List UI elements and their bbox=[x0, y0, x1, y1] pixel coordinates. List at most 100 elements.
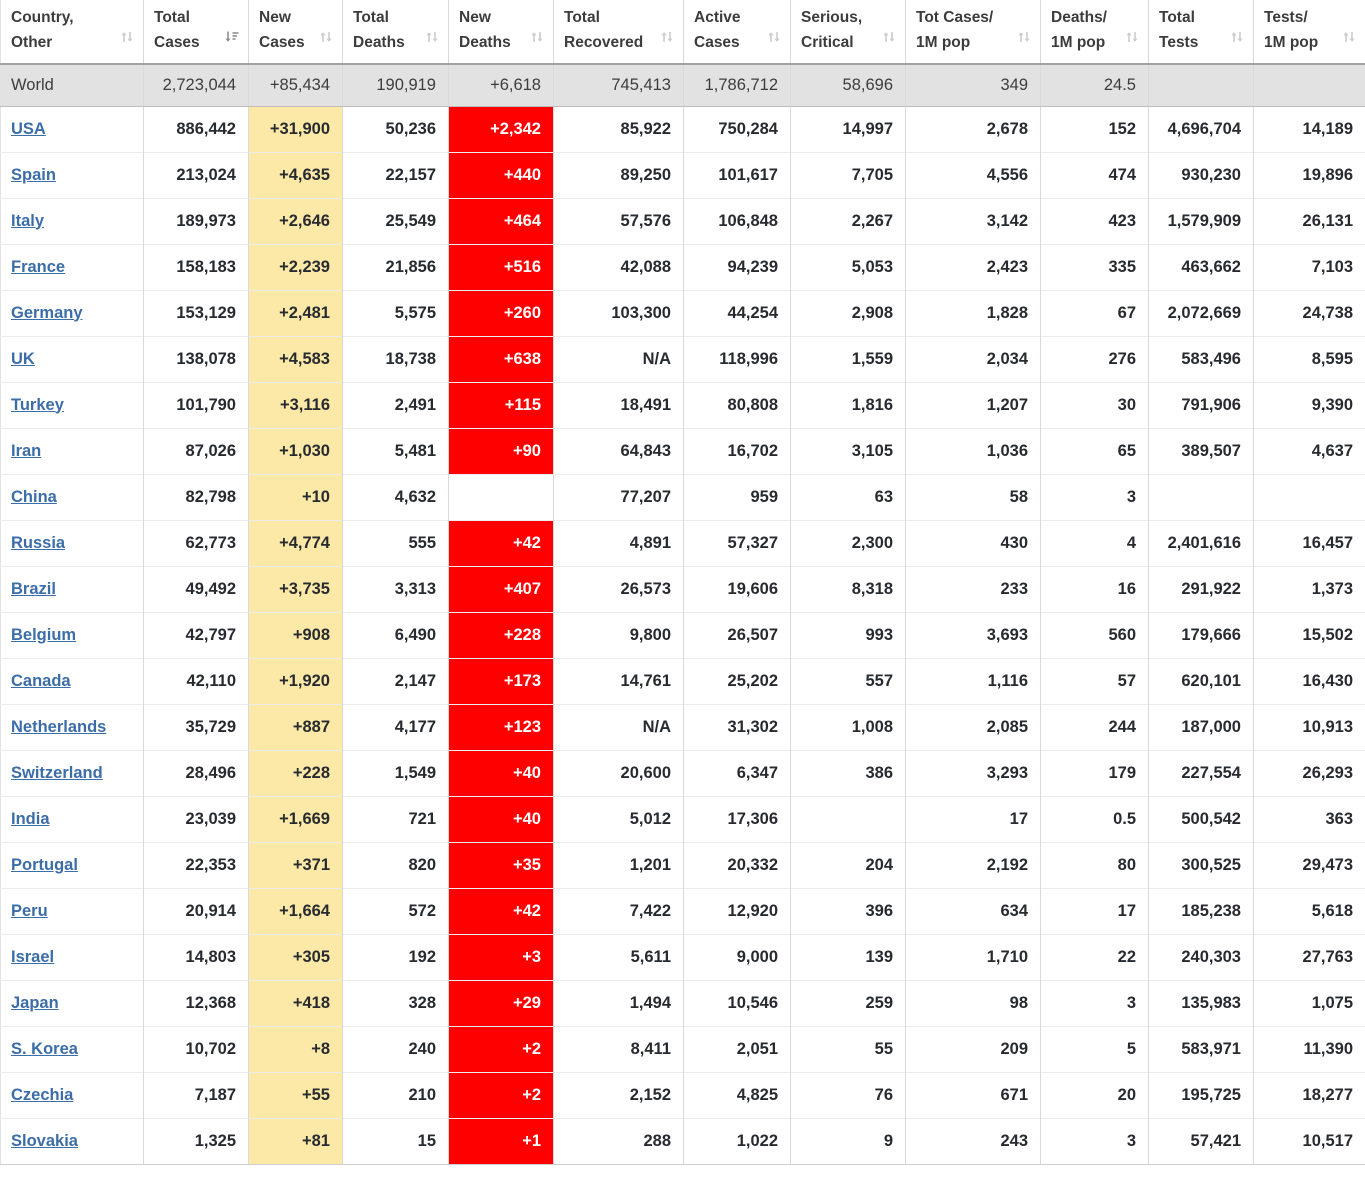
column-header-cases_per_1m[interactable]: Tot Cases/1M pop bbox=[906, 0, 1041, 64]
tests_per_1m-cell: 27,763 bbox=[1254, 934, 1365, 980]
active_cases-cell: 26,507 bbox=[684, 612, 791, 658]
country-link[interactable]: France bbox=[11, 258, 65, 276]
country-link[interactable]: Japan bbox=[11, 994, 59, 1012]
country-cell: UK bbox=[1, 336, 144, 382]
country-link[interactable]: Belgium bbox=[11, 626, 76, 644]
sort-icon[interactable] bbox=[766, 29, 782, 45]
country-cell: USA bbox=[1, 106, 144, 152]
country-link[interactable]: Turkey bbox=[11, 396, 64, 414]
active_cases-cell: 19,606 bbox=[684, 566, 791, 612]
active_cases-cell: 31,302 bbox=[684, 704, 791, 750]
sort-icon[interactable] bbox=[1229, 29, 1245, 45]
sort-icon[interactable] bbox=[1341, 29, 1357, 45]
country-link[interactable]: Netherlands bbox=[11, 718, 106, 736]
header-line1: Serious, bbox=[801, 9, 862, 26]
column-header-tests_per_1m[interactable]: Tests/1M pop bbox=[1254, 0, 1365, 64]
column-header-new_cases[interactable]: NewCases bbox=[249, 0, 343, 64]
sort-icon[interactable] bbox=[318, 29, 334, 45]
new_deaths-cell: +464 bbox=[449, 198, 554, 244]
sort-icon[interactable] bbox=[119, 29, 135, 45]
header-line1: Total bbox=[154, 9, 190, 26]
total_recovered-cell: 26,573 bbox=[554, 566, 684, 612]
sort-desc-active-icon[interactable] bbox=[223, 29, 240, 45]
active_cases-cell: 1,786,712 bbox=[684, 64, 791, 106]
country-link[interactable]: Canada bbox=[11, 672, 71, 690]
country-link[interactable]: Iran bbox=[11, 442, 41, 460]
country-link[interactable]: Switzerland bbox=[11, 764, 103, 782]
header-line2: Cases bbox=[154, 34, 200, 51]
cases_per_1m-cell: 1,828 bbox=[906, 290, 1041, 336]
column-header-active_cases[interactable]: ActiveCases bbox=[684, 0, 791, 64]
country-link[interactable]: Italy bbox=[11, 212, 44, 230]
new_deaths-cell bbox=[449, 474, 554, 520]
new_deaths-cell: +40 bbox=[449, 796, 554, 842]
new_deaths-cell: +90 bbox=[449, 428, 554, 474]
country-link[interactable]: S. Korea bbox=[11, 1040, 78, 1058]
country-link[interactable]: USA bbox=[11, 120, 46, 138]
column-header-label: ActiveCases bbox=[694, 6, 741, 54]
column-header-country[interactable]: Country,Other bbox=[1, 0, 144, 64]
sort-icon[interactable] bbox=[881, 29, 897, 45]
tests_per_1m-cell: 7,103 bbox=[1254, 244, 1365, 290]
header-line2: 1M pop bbox=[916, 34, 970, 51]
header-line1: Country, bbox=[11, 9, 74, 26]
sort-icon[interactable] bbox=[529, 29, 545, 45]
new_cases-cell: +55 bbox=[249, 1072, 343, 1118]
sort-icon[interactable] bbox=[1124, 29, 1140, 45]
table-row: Belgium42,797+9086,490+2289,80026,507993… bbox=[1, 612, 1365, 658]
table-row: USA886,442+31,90050,236+2,34285,922750,2… bbox=[1, 106, 1365, 152]
cases_per_1m-cell: 98 bbox=[906, 980, 1041, 1026]
column-header-total_tests[interactable]: TotalTests bbox=[1149, 0, 1254, 64]
column-header-label: NewDeaths bbox=[459, 6, 511, 54]
total_tests-cell: 185,238 bbox=[1149, 888, 1254, 934]
deaths_per_1m-cell: 474 bbox=[1041, 152, 1149, 198]
total_cases-cell: 28,496 bbox=[144, 750, 249, 796]
country-link[interactable]: China bbox=[11, 488, 57, 506]
header-line2: Cases bbox=[259, 34, 305, 51]
country-link[interactable]: UK bbox=[11, 350, 35, 368]
total_deaths-cell: 1,549 bbox=[343, 750, 449, 796]
country-link[interactable]: Brazil bbox=[11, 580, 56, 598]
total_deaths-cell: 2,491 bbox=[343, 382, 449, 428]
country-cell: World bbox=[1, 64, 144, 106]
country-link[interactable]: Portugal bbox=[11, 856, 78, 874]
deaths_per_1m-cell: 65 bbox=[1041, 428, 1149, 474]
country-link[interactable]: Israel bbox=[11, 948, 54, 966]
total_recovered-cell: 18,491 bbox=[554, 382, 684, 428]
covid-stats-table: Country,OtherTotalCasesNewCasesTotalDeat… bbox=[0, 0, 1365, 1165]
total_tests-cell: 179,666 bbox=[1149, 612, 1254, 658]
column-header-serious_critical[interactable]: Serious,Critical bbox=[791, 0, 906, 64]
country-link[interactable]: Slovakia bbox=[11, 1132, 78, 1150]
serious_critical-cell: 1,008 bbox=[791, 704, 906, 750]
serious_critical-cell: 259 bbox=[791, 980, 906, 1026]
sort-icon[interactable] bbox=[659, 29, 675, 45]
deaths_per_1m-cell: 5 bbox=[1041, 1026, 1149, 1072]
total_cases-cell: 1,325 bbox=[144, 1118, 249, 1164]
country-link[interactable]: Spain bbox=[11, 166, 56, 184]
new_deaths-cell: +638 bbox=[449, 336, 554, 382]
country-link[interactable]: Germany bbox=[11, 304, 83, 322]
header-line1: New bbox=[459, 9, 491, 26]
total_cases-cell: 23,039 bbox=[144, 796, 249, 842]
column-header-new_deaths[interactable]: NewDeaths bbox=[449, 0, 554, 64]
country-link[interactable]: Peru bbox=[11, 902, 48, 920]
table-row: S. Korea10,702+8240+28,4112,051552095583… bbox=[1, 1026, 1365, 1072]
country-link[interactable]: India bbox=[11, 810, 50, 828]
table-row: Japan12,368+418328+291,49410,54625998313… bbox=[1, 980, 1365, 1026]
column-header-label: NewCases bbox=[259, 6, 305, 54]
country-link[interactable]: Russia bbox=[11, 534, 65, 552]
column-header-total_cases[interactable]: Total Cases bbox=[144, 0, 249, 64]
country-link[interactable]: Czechia bbox=[11, 1086, 73, 1104]
sort-icon[interactable] bbox=[424, 29, 440, 45]
new_deaths-cell: +6,618 bbox=[449, 64, 554, 106]
deaths_per_1m-cell: 152 bbox=[1041, 106, 1149, 152]
country-cell: Israel bbox=[1, 934, 144, 980]
column-header-total_deaths[interactable]: TotalDeaths bbox=[343, 0, 449, 64]
column-header-deaths_per_1m[interactable]: Deaths/1M pop bbox=[1041, 0, 1149, 64]
column-header-total_recovered[interactable]: TotalRecovered bbox=[554, 0, 684, 64]
tests_per_1m-cell bbox=[1254, 64, 1365, 106]
total_deaths-cell: 6,490 bbox=[343, 612, 449, 658]
header-line1: Deaths/ bbox=[1051, 9, 1107, 26]
sort-icon[interactable] bbox=[1016, 29, 1032, 45]
table-row: Brazil49,492+3,7353,313+40726,57319,6068… bbox=[1, 566, 1365, 612]
